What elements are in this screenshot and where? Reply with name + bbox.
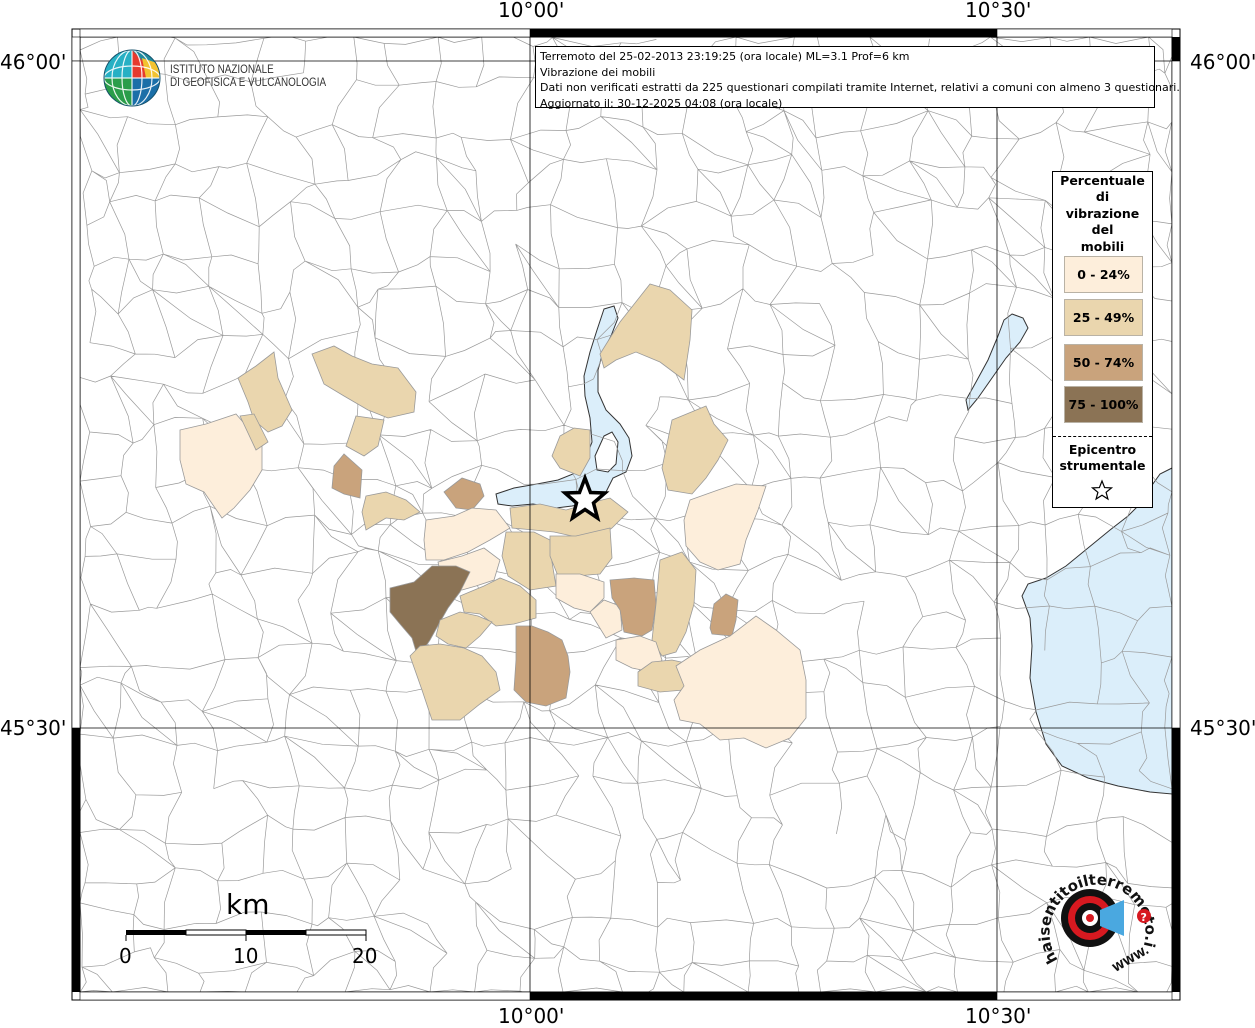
ingv-globe-logo: [103, 49, 161, 107]
ingv-name: ISTITUTO NAZIONALE DI GEOFISICA E VULCAN…: [170, 64, 326, 90]
lon-label-bottom-10-30: 10°30': [965, 1004, 1032, 1028]
legend-title-line-5: mobili: [1080, 238, 1125, 254]
lat-label-right-45-30: 45°30': [1190, 716, 1255, 740]
hst-question-icon: ?: [1141, 911, 1147, 924]
legend-separator: [1053, 436, 1152, 437]
legend: Percentuale di vibrazione del mobili 0 -…: [1052, 171, 1153, 508]
lat-label-left-46-00: 46°00': [0, 50, 67, 74]
legend-swatch-75-100: 75 - 100%: [1064, 386, 1143, 423]
scale-unit: km: [226, 888, 270, 921]
scale-tick-0: 0: [119, 944, 132, 968]
ingv-line-1: ISTITUTO NAZIONALE: [170, 64, 274, 76]
scale-tick-10: 10: [233, 944, 259, 968]
scale-tick-20: 20: [352, 944, 378, 968]
info-data-note: Dati non verificati estratti da 225 ques…: [540, 81, 1180, 94]
legend-star-icon: [1090, 479, 1114, 501]
legend-title-line-1: Percentuale: [1060, 173, 1145, 188]
legend-title-line-4: del: [1091, 222, 1114, 238]
hst-www-text: WWW.: [1110, 944, 1151, 975]
legend-title-line-3: vibrazione: [1065, 205, 1140, 221]
lon-label-bottom-10-00: 10°00': [498, 1004, 565, 1028]
ingv-line-2: DI GEOFISICA E VULCANOLOGIA: [170, 77, 327, 89]
info-box: Terremoto del 25-02-2013 23:19:25 (ora l…: [535, 46, 1180, 110]
lat-label-left-45-30: 45°30': [0, 716, 67, 740]
lon-label-top-10-00: 10°00': [498, 0, 565, 22]
info-earthquake: Terremoto del 25-02-2013 23:19:25 (ora l…: [540, 50, 910, 63]
legend-swatch-50-74: 50 - 74%: [1064, 344, 1143, 381]
lat-label-right-46-00: 46°00': [1190, 50, 1255, 74]
legend-epicenter-line-1: Epicentro: [1068, 442, 1137, 457]
legend-title: Percentuale di vibrazione del mobili: [1053, 173, 1152, 255]
info-parameter: Vibrazione dei mobili: [540, 65, 656, 79]
legend-epicenter-label: Epicentro strumentale: [1053, 442, 1152, 475]
legend-title-line-2: di: [1095, 189, 1110, 205]
legend-swatch-0-24: 0 - 24%: [1064, 256, 1143, 293]
info-updated: Aggiornato il: 30-12-2025 04:08 (ora loc…: [540, 96, 783, 110]
hst-logo: haisentitoilterremoto.it ? WWW.: [1028, 860, 1160, 975]
lon-label-top-10-30: 10°30': [965, 0, 1032, 22]
legend-epicenter-line-2: strumentale: [1059, 458, 1146, 474]
legend-swatch-25-49: 25 - 49%: [1064, 299, 1143, 336]
